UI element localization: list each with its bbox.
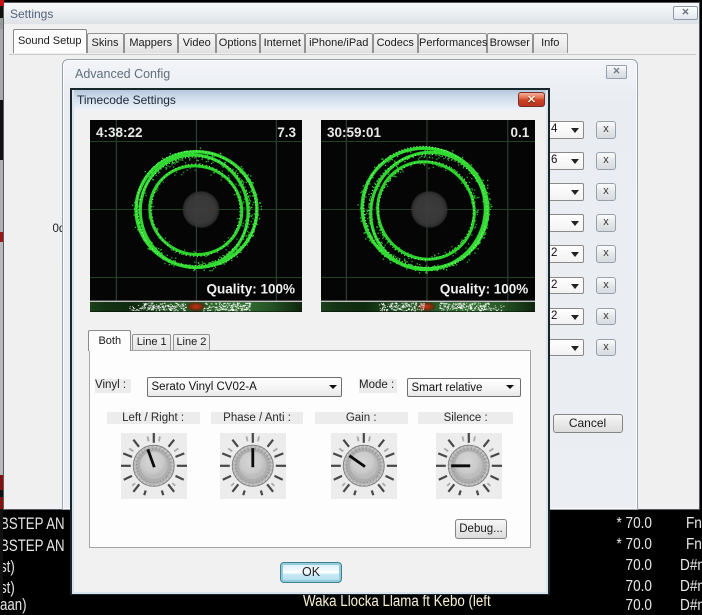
svg-text:Quality: 100%: Quality: 100% (440, 281, 528, 296)
svg-text:Quality: 100%: Quality: 100% (206, 281, 295, 296)
svg-text:30:59:01: 30:59:01 (327, 125, 381, 140)
svg-text:4:38:22: 4:38:22 (96, 125, 143, 140)
svg-text:7.3: 7.3 (277, 125, 296, 140)
svg-text:0.1: 0.1 (510, 125, 529, 140)
